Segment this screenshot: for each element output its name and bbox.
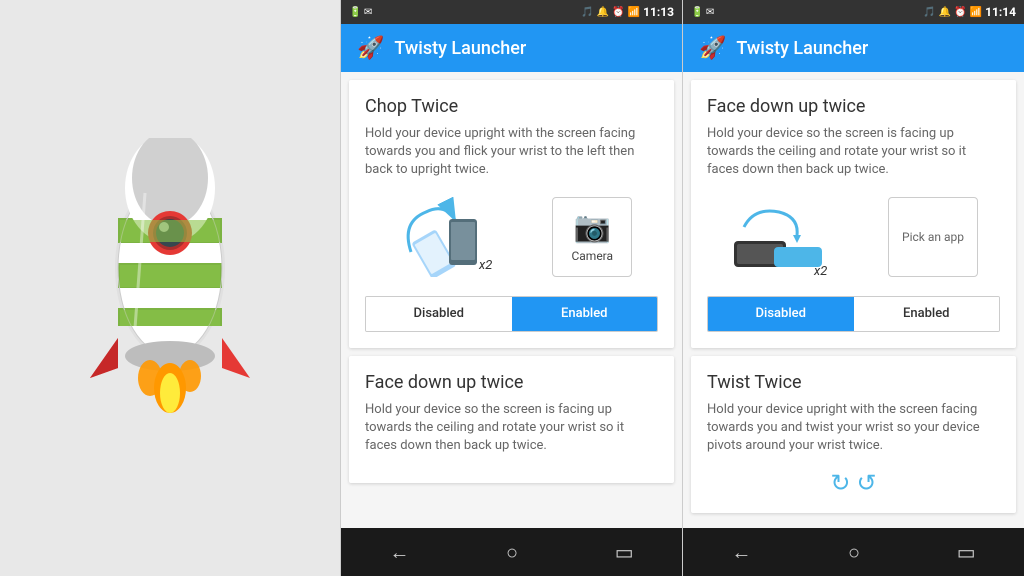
phone1-camera-icon: 📷 xyxy=(574,210,611,245)
phone1-camera-label: Camera xyxy=(571,249,613,263)
phone2-notification-icon: 🔔 xyxy=(939,7,951,18)
phone2-face-down-toggle[interactable]: Disabled Enabled xyxy=(707,296,1000,332)
phone1-face-down-title: Face down up twice xyxy=(365,372,658,393)
phone2-facedown-illustration: x2 xyxy=(729,197,844,277)
phone1-status-left: 🔋 ✉ xyxy=(349,7,372,18)
facedown-animation-svg: x2 xyxy=(729,197,844,277)
phone2-time: 11:14 xyxy=(985,5,1016,19)
phone1-app-bar: 🚀 Twisty Launcher xyxy=(341,24,682,72)
phone2-twist-description: Hold your device upright with the screen… xyxy=(707,401,1000,456)
phone2-face-down-enabled-btn[interactable]: Enabled xyxy=(854,297,1000,331)
phone2-pick-app-box[interactable]: Pick an app xyxy=(888,197,978,277)
svg-text:x2: x2 xyxy=(478,258,492,273)
phone-2: 🔋 ✉ 🎵 🔔 ⏰ 📶 11:14 🚀 Twisty Launcher Face… xyxy=(682,0,1024,576)
phone1-back-icon[interactable]: ← xyxy=(389,540,409,565)
phone1-status-bar: 🔋 ✉ 🎵 🔔 ⏰ 📶 11:13 xyxy=(341,0,682,24)
phone2-app-icon: 🚀 xyxy=(699,36,726,61)
phone2-status-icons: 🔋 ✉ xyxy=(691,7,714,18)
phone1-chop-gesture-area: x2 📷 Camera xyxy=(365,192,658,282)
phone2-bluetooth-icon: 🎵 xyxy=(923,7,935,18)
phones-container: 🔋 ✉ 🎵 🔔 ⏰ 📶 11:13 🚀 Twisty Launcher Chop… xyxy=(340,0,1024,576)
phone1-alarm-icon: ⏰ xyxy=(612,7,624,18)
svg-text:x2: x2 xyxy=(813,264,827,277)
phone2-twist-arrows-icon: ↻ ↺ xyxy=(830,469,876,497)
phone1-status-right: 🎵 🔔 ⏰ 📶 11:13 xyxy=(581,5,674,19)
phone2-twist-arrows: ↻ ↺ xyxy=(707,467,1000,497)
phone1-nav-bar: ← ○ ▭ xyxy=(341,528,682,576)
phone2-content: Face down up twice Hold your device so t… xyxy=(683,72,1024,528)
phone2-face-down-description: Hold your device so the screen is facing… xyxy=(707,125,1000,180)
phone2-twist-title: Twist Twice xyxy=(707,372,1000,393)
phone2-alarm-icon: ⏰ xyxy=(954,7,966,18)
phone2-recents-icon[interactable]: ▭ xyxy=(957,540,976,564)
phone2-app-title: Twisty Launcher xyxy=(736,38,868,59)
phone1-notification-icon: 🔔 xyxy=(597,7,609,18)
phone1-chop-twice-card: Chop Twice Hold your device upright with… xyxy=(349,80,674,348)
phone2-app-bar: 🚀 Twisty Launcher xyxy=(683,24,1024,72)
rocket-illustration xyxy=(50,138,290,438)
phone1-chop-phones-illustration: x2 xyxy=(391,197,501,277)
phone2-face-down-card: Face down up twice Hold your device so t… xyxy=(691,80,1016,348)
phone2-wifi-icon: 📶 xyxy=(970,7,982,18)
phone2-pick-app-label: Pick an app xyxy=(902,230,964,244)
phone2-face-down-title: Face down up twice xyxy=(707,96,1000,117)
phone1-chop-toggle[interactable]: Disabled Enabled xyxy=(365,296,658,332)
phone1-time: 11:13 xyxy=(643,5,674,19)
phone1-app-icon: 🚀 xyxy=(357,36,384,61)
phone2-home-icon[interactable]: ○ xyxy=(848,540,860,565)
phone1-face-down-card: Face down up twice Hold your device so t… xyxy=(349,356,674,484)
phone1-chop-phones: x2 xyxy=(391,197,501,277)
phone2-face-down-gesture-area: x2 Pick an app xyxy=(707,192,1000,282)
phone1-chop-disabled-btn[interactable]: Disabled xyxy=(366,297,512,331)
phone1-chop-title: Chop Twice xyxy=(365,96,658,117)
phone1-recents-icon[interactable]: ▭ xyxy=(615,540,634,564)
phone1-content: Chop Twice Hold your device upright with… xyxy=(341,72,682,528)
phone2-twist-card: Twist Twice Hold your device upright wit… xyxy=(691,356,1016,514)
phone1-home-icon[interactable]: ○ xyxy=(506,540,518,565)
phone1-chop-description: Hold your device upright with the screen… xyxy=(365,125,658,180)
phone2-status-right: 🎵 🔔 ⏰ 📶 11:14 xyxy=(923,5,1016,19)
chop-animation-svg: x2 xyxy=(391,197,501,277)
phone1-bluetooth-icon: 🎵 xyxy=(581,7,593,18)
phone1-camera-app-box: 📷 Camera xyxy=(552,197,632,277)
phone2-face-down-disabled-btn[interactable]: Disabled xyxy=(708,297,854,331)
phone1-status-icons: 🔋 ✉ xyxy=(349,7,372,18)
phone1-app-title: Twisty Launcher xyxy=(394,38,526,59)
phone1-face-down-description: Hold your device so the screen is facing… xyxy=(365,401,658,456)
phone2-back-icon[interactable]: ← xyxy=(731,540,751,565)
phone2-nav-bar: ← ○ ▭ xyxy=(683,528,1024,576)
phone2-status-left: 🔋 ✉ xyxy=(691,7,714,18)
phone1-wifi-icon: 📶 xyxy=(628,7,640,18)
rocket-section xyxy=(0,0,340,576)
phone1-chop-enabled-btn[interactable]: Enabled xyxy=(512,297,658,331)
phone-1: 🔋 ✉ 🎵 🔔 ⏰ 📶 11:13 🚀 Twisty Launcher Chop… xyxy=(340,0,682,576)
phone2-status-bar: 🔋 ✉ 🎵 🔔 ⏰ 📶 11:14 xyxy=(683,0,1024,24)
